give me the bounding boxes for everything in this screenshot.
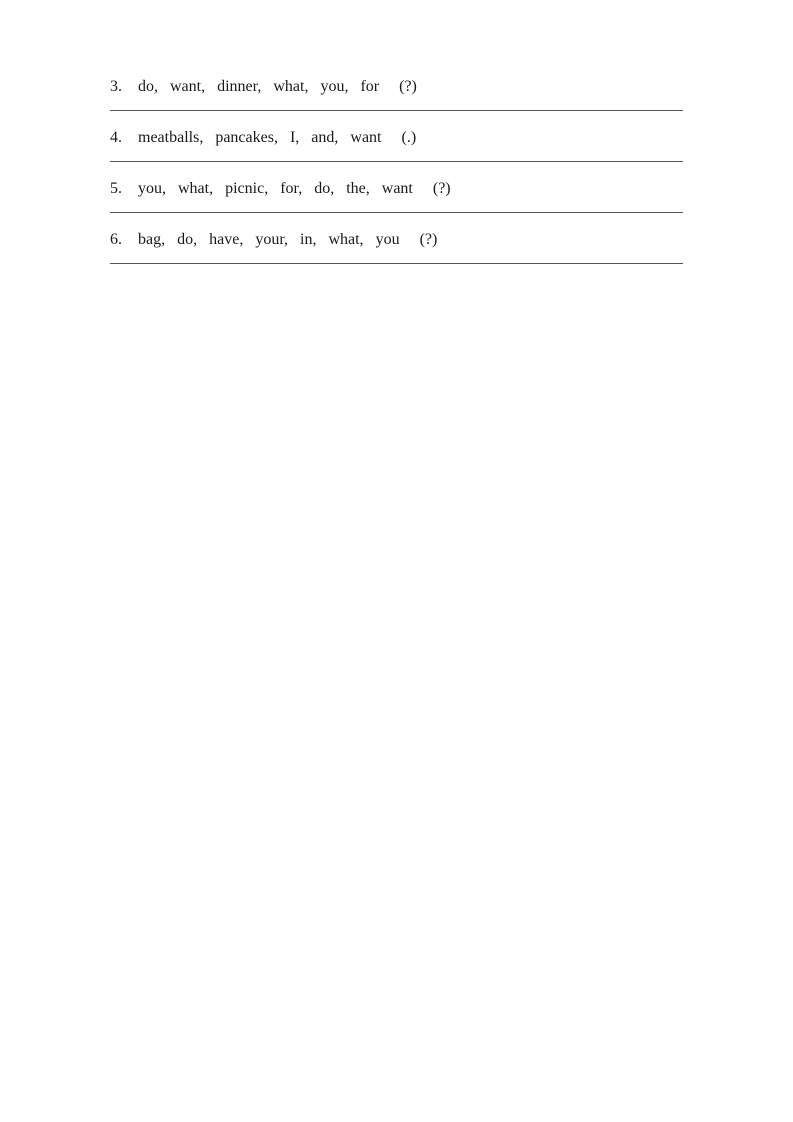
word-2-4: and, bbox=[311, 129, 338, 147]
divider-4 bbox=[110, 263, 683, 264]
item-row-4: 6. bag, do, have, your, in, what, you (?) bbox=[110, 213, 683, 263]
word-3-6: the, bbox=[346, 180, 370, 198]
page: 3. do, want, dinner, what, you, for (?) 4.… bbox=[0, 0, 793, 1122]
word-4-2: do, bbox=[177, 231, 197, 249]
word-3-1: you, bbox=[138, 180, 166, 198]
word-2-2: pancakes, bbox=[215, 129, 278, 147]
punctuation-hint-1: (?) bbox=[399, 78, 417, 96]
word-4-7: you bbox=[376, 231, 400, 249]
item-number-1: 3. bbox=[110, 78, 132, 96]
punctuation-hint-3: (?) bbox=[433, 180, 451, 198]
word-4-1: bag, bbox=[138, 231, 165, 249]
punctuation-hint-2: (.) bbox=[402, 129, 417, 147]
item-number-2: 4. bbox=[110, 129, 132, 147]
item-row-2: 4. meatballs, pancakes, I, and, want (.) bbox=[110, 111, 683, 161]
item-number-4: 6. bbox=[110, 231, 132, 249]
word-1-4: what, bbox=[273, 78, 308, 96]
word-1-5: you, bbox=[320, 78, 348, 96]
word-1-2: want, bbox=[170, 78, 205, 96]
exercise-item-2: 4. meatballs, pancakes, I, and, want (.) bbox=[110, 111, 683, 161]
word-4-3: have, bbox=[209, 231, 243, 249]
word-3-4: for, bbox=[280, 180, 302, 198]
exercise-item-4: 6. bag, do, have, your, in, what, you (?) bbox=[110, 213, 683, 263]
item-row-3: 5.you, what, picnic, for, do, the, want … bbox=[110, 162, 683, 212]
word-1-6: for bbox=[360, 78, 379, 96]
word-3-5: do, bbox=[314, 180, 334, 198]
word-4-5: in, bbox=[300, 231, 316, 249]
exercise-item-3: 5.you, what, picnic, for, do, the, want … bbox=[110, 162, 683, 212]
word-3-3: picnic, bbox=[225, 180, 268, 198]
word-3-7: want bbox=[382, 180, 413, 198]
item-row-1: 3. do, want, dinner, what, you, for (?) bbox=[110, 60, 683, 110]
word-2-5: want bbox=[350, 129, 381, 147]
exercise-item-1: 3. do, want, dinner, what, you, for (?) bbox=[110, 60, 683, 110]
word-1-1: do, bbox=[138, 78, 158, 96]
word-1-3: dinner, bbox=[217, 78, 261, 96]
word-2-1: meatballs, bbox=[138, 129, 203, 147]
word-4-6: what, bbox=[328, 231, 363, 249]
word-3-2: what, bbox=[178, 180, 213, 198]
punctuation-hint-4: (?) bbox=[420, 231, 438, 249]
word-4-4: your, bbox=[255, 231, 288, 249]
item-number-3: 5. bbox=[110, 180, 132, 198]
word-2-3: I, bbox=[290, 129, 299, 147]
